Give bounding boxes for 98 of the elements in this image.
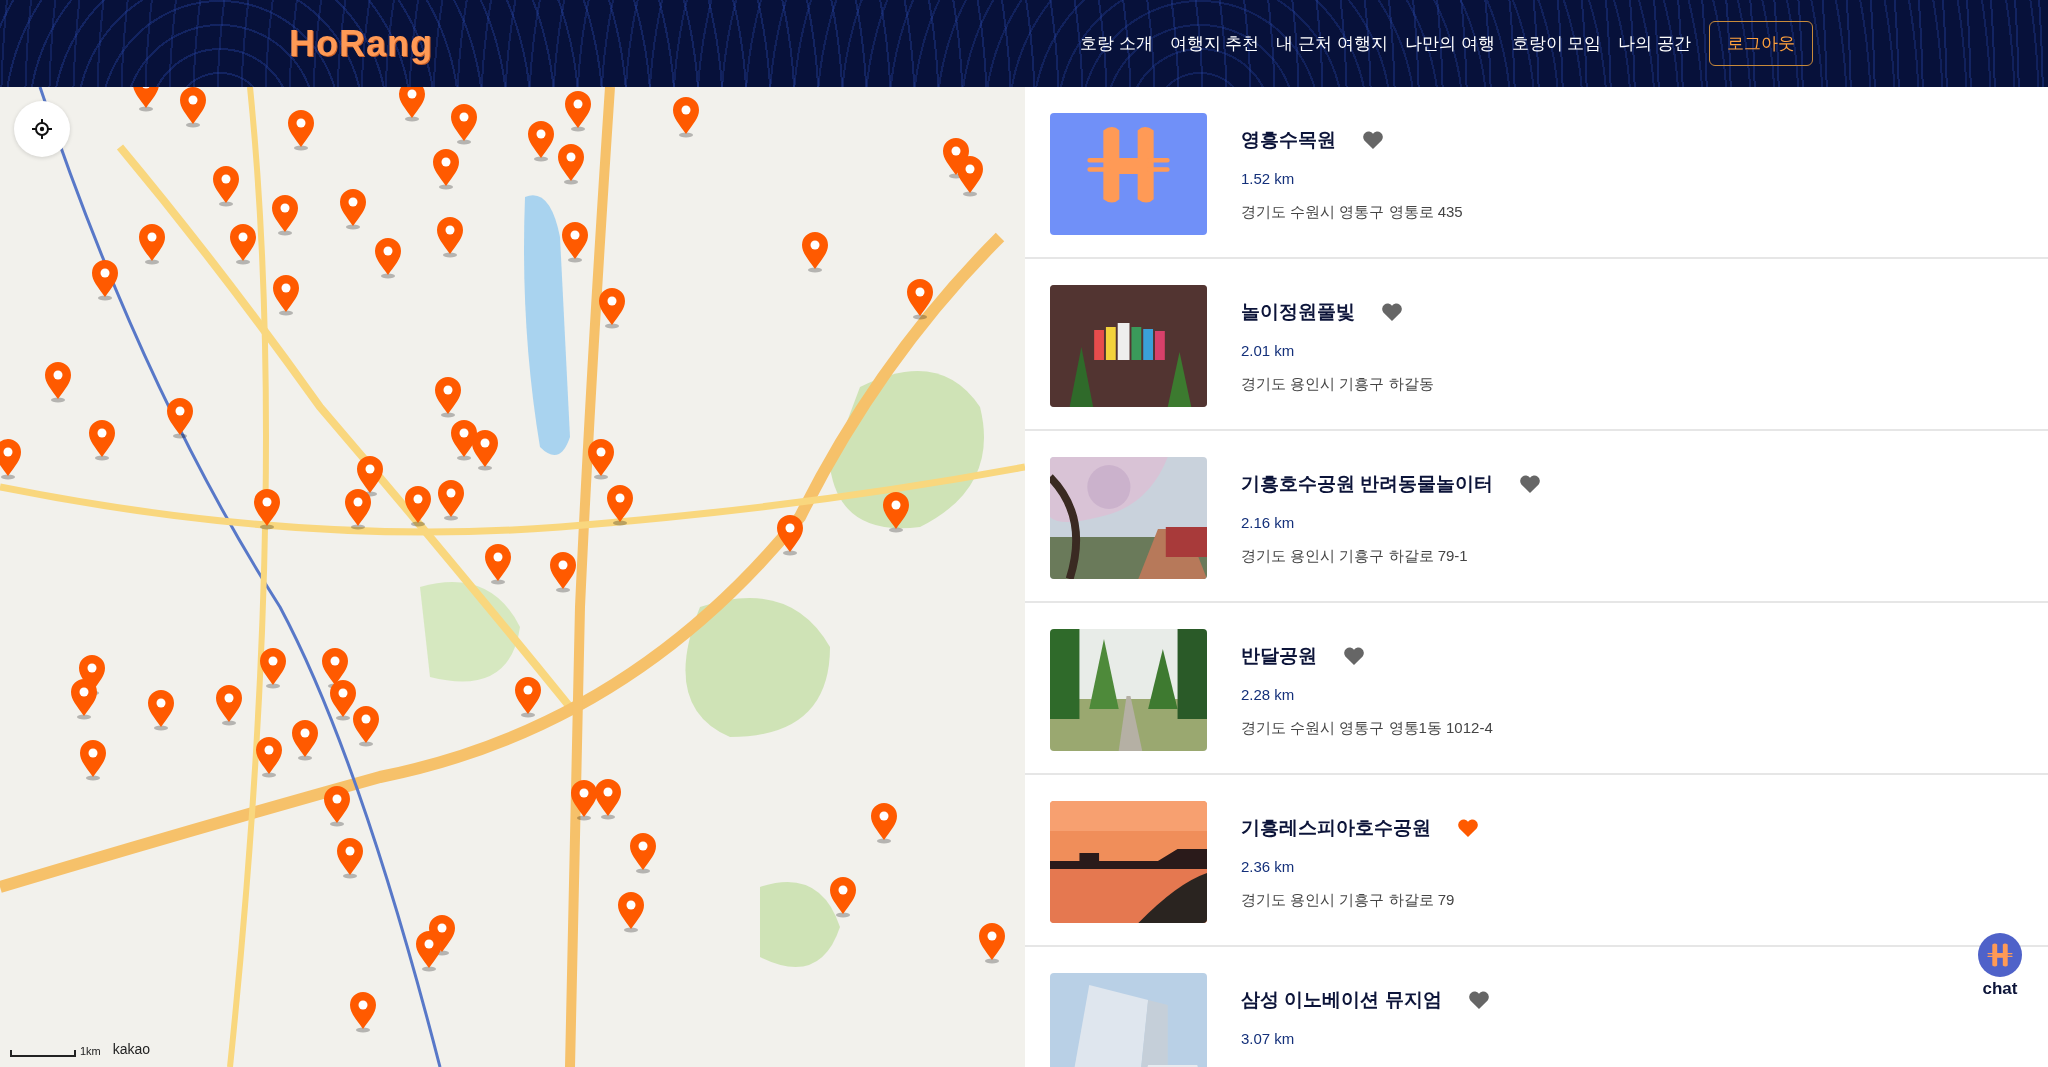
map-attribution: kakao — [112, 1041, 151, 1057]
map-pin-icon[interactable] — [556, 143, 587, 186]
place-title[interactable]: 기흥레스피아호수공원 — [1241, 815, 1431, 841]
map-pin-icon[interactable] — [470, 429, 501, 472]
map-pin-icon[interactable] — [178, 87, 209, 128]
map-pin-icon[interactable] — [671, 96, 702, 139]
map-pin-icon[interactable] — [42, 361, 73, 404]
map-pin-icon[interactable] — [271, 273, 302, 316]
map-pin-icon[interactable] — [955, 154, 986, 197]
heart-icon[interactable] — [1362, 130, 1384, 150]
map-pin-icon[interactable] — [513, 676, 544, 719]
logout-button[interactable]: 로그아웃 — [1709, 21, 1813, 66]
map-pin-icon[interactable] — [586, 438, 617, 481]
tiger-logo-icon — [1986, 941, 2014, 969]
distance-label: 2.16 km — [1241, 514, 1296, 531]
distance-label: 2.01 km — [1241, 342, 1296, 359]
map-pin-icon[interactable] — [483, 542, 514, 585]
map-pin-icon[interactable] — [436, 478, 467, 521]
locate-icon — [32, 119, 52, 139]
map-pin-icon[interactable] — [562, 89, 593, 132]
distance-label: 2.36 km — [1241, 858, 1296, 875]
map-pin-icon[interactable] — [228, 222, 259, 265]
map-pin-icon[interactable] — [251, 488, 282, 531]
map-pin-icon[interactable] — [258, 647, 289, 690]
nav-link[interactable]: 나만의 여행 — [1404, 32, 1495, 55]
map-pin-icon[interactable] — [560, 221, 591, 264]
scale-label: 1km — [80, 1045, 101, 1057]
map-pin-icon[interactable] — [77, 738, 108, 781]
map-pin-icon[interactable] — [592, 778, 623, 821]
map-pin-icon[interactable] — [977, 921, 1008, 964]
map-pin-icon[interactable] — [434, 216, 465, 259]
map-pin-icon[interactable] — [868, 801, 899, 844]
map-pin-icon[interactable] — [289, 719, 320, 762]
map-pin-icon[interactable] — [396, 87, 427, 123]
map-pin-icon[interactable] — [213, 684, 244, 727]
tiger-logo-icon — [1050, 113, 1207, 235]
map-pin-icon[interactable] — [616, 890, 647, 933]
map-pin-icon[interactable] — [799, 230, 830, 273]
address-label: 경기도 용인시 기흥구 하갈로 79 — [1241, 891, 1456, 910]
heart-icon[interactable] — [1519, 474, 1542, 494]
map-pin-icon[interactable] — [254, 736, 285, 779]
map-pin-icon[interactable] — [338, 187, 368, 230]
map-pin-icon[interactable] — [348, 991, 379, 1034]
map-pin-icon[interactable] — [526, 119, 557, 162]
distance-label: 1.52 km — [1241, 170, 1296, 187]
heart-icon[interactable] — [1457, 818, 1479, 838]
map-pin-icon[interactable] — [449, 102, 480, 145]
map-pin-icon[interactable] — [0, 438, 23, 481]
map-pin-icon[interactable] — [628, 831, 659, 874]
map-pin-icon[interactable] — [433, 375, 464, 418]
map-pin-icon[interactable] — [322, 784, 353, 827]
place-title[interactable]: 반달공원 — [1241, 643, 1317, 669]
place-title[interactable]: 놀이정원풀빛 — [1241, 299, 1355, 325]
place-title[interactable]: 기흥호수공원 반려동물놀이터 — [1241, 471, 1494, 497]
nav-link[interactable]: 호랑 소개 — [1079, 32, 1153, 55]
map-pin-icon[interactable] — [596, 286, 627, 329]
place-title[interactable]: 삼성 이노베이션 뮤지엄 — [1241, 987, 1442, 1013]
address-label: 경기도 용인시 기흥구 하갈동 — [1241, 375, 1434, 394]
heart-icon[interactable] — [1467, 990, 1490, 1010]
logo[interactable]: HoRang — [289, 22, 433, 65]
map-pin-icon[interactable] — [373, 237, 404, 280]
map-pin-icon[interactable] — [86, 418, 117, 461]
map-pin-icon[interactable] — [413, 929, 444, 972]
map-pin-icon[interactable] — [828, 876, 859, 919]
nav-link[interactable]: 내 근처 여행지 — [1276, 32, 1388, 55]
nav-link[interactable]: 호랑이 모임 — [1511, 32, 1602, 55]
address-label: 경기도 수원시 영통구 영통로 435 — [1241, 203, 1463, 222]
map-pin-icon[interactable] — [145, 689, 176, 732]
map-pin-icon[interactable] — [351, 704, 382, 747]
map-pin-icon[interactable] — [285, 109, 316, 152]
map-pin-icon[interactable] — [548, 550, 579, 593]
address-label: 경기도 수원시 영통구 영통1동 1012-4 — [1241, 719, 1493, 738]
map-pin-icon[interactable] — [327, 678, 358, 721]
map-pin-icon[interactable] — [136, 222, 167, 265]
map-pin-icon[interactable] — [343, 488, 374, 531]
map-pin-icon[interactable] — [165, 396, 196, 439]
map-pin-icon[interactable] — [403, 485, 434, 528]
nav-link[interactable]: 여행지 추천 — [1169, 32, 1260, 55]
heart-icon[interactable] — [1343, 646, 1365, 666]
scale-bar — [10, 1050, 76, 1057]
chat-label[interactable]: chat — [1982, 979, 2018, 999]
map-pin-icon[interactable] — [905, 277, 936, 320]
heart-icon[interactable] — [1381, 302, 1403, 322]
place-title[interactable]: 영흥수목원 — [1241, 127, 1336, 153]
address-label: 경기도 용인시 기흥구 하갈로 79-1 — [1241, 547, 1469, 566]
map-pin-icon[interactable] — [604, 484, 635, 527]
map-pin-icon[interactable] — [335, 836, 366, 879]
map-pin-icon[interactable] — [430, 148, 461, 191]
nav-link[interactable]: 나의 공간 — [1618, 32, 1691, 55]
map-pin-icon[interactable] — [68, 677, 99, 720]
map-pin-icon[interactable] — [880, 490, 911, 533]
distance-label: 2.28 km — [1241, 686, 1296, 703]
distance-label: 3.07 km — [1241, 1030, 1296, 1047]
map-pin-icon[interactable] — [270, 194, 300, 237]
map-pin-icon[interactable] — [774, 514, 805, 557]
map-pin-icon[interactable] — [211, 165, 242, 208]
map-pin-icon[interactable] — [355, 455, 385, 498]
map-pin-icon[interactable] — [89, 259, 120, 302]
